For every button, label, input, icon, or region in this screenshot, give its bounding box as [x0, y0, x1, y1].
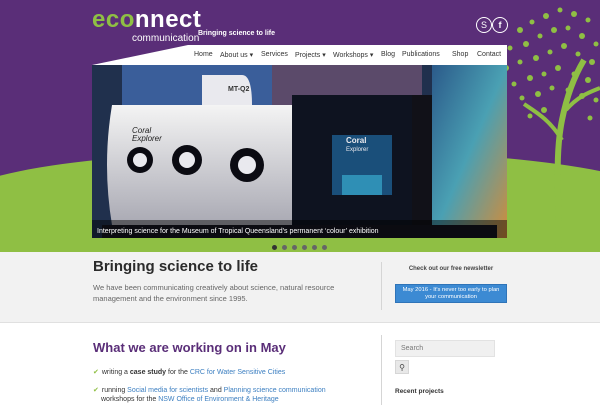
slide-dot-5[interactable]	[312, 245, 317, 250]
header-banner: econnect communication Bringing science …	[0, 0, 600, 252]
newsletter-button[interactable]: May 2016 - It's never too early to plan …	[395, 284, 507, 303]
sidebar-divider	[381, 335, 382, 405]
slide-dot-6[interactable]	[322, 245, 327, 250]
slide-image: Coral Explorer Coral Explorer MT-Q2	[92, 65, 507, 238]
nav-blog[interactable]: Blog	[381, 51, 395, 58]
skype-icon[interactable]: S	[476, 17, 492, 33]
nav-projects[interactable]: Projects ▾	[295, 51, 326, 59]
slide-caption: Interpreting science for the Museum of T…	[97, 228, 379, 235]
recent-projects-heading: Recent projects	[395, 388, 444, 395]
facebook-icon[interactable]: f	[492, 17, 508, 33]
social-media-link[interactable]: Social media for scientists	[127, 387, 208, 394]
logo[interactable]: econnect communication	[92, 6, 202, 45]
newsletter-label: Check out our free newsletter	[408, 266, 494, 272]
search-icon[interactable]: ⚲	[395, 360, 409, 374]
nav-about-us[interactable]: HomeAbout us ▾	[220, 51, 253, 59]
slide-dot-2[interactable]	[282, 245, 287, 250]
intro-section: Bringing science to life We have been co…	[0, 252, 600, 323]
hero-slideshow[interactable]: Coral Explorer Coral Explorer MT-Q2 Inte…	[92, 65, 507, 238]
nav-publications[interactable]: Publications	[402, 51, 440, 58]
tagline: Bringing science to life	[198, 30, 276, 37]
svg-text:MT-Q2: MT-Q2	[228, 86, 249, 93]
nav-services[interactable]: Services	[261, 51, 288, 58]
svg-text:Explorer: Explorer	[346, 147, 368, 153]
slide-dot-1[interactable]	[272, 245, 277, 250]
checkmark-icon: ✔	[93, 387, 99, 394]
section-heading: What we are working on in May	[93, 340, 286, 355]
nav-workshops[interactable]: Workshops ▾	[333, 51, 373, 59]
chevron-down-icon: ▾	[249, 52, 254, 59]
planning-link[interactable]: Planning science communication	[224, 387, 326, 394]
svg-text:Coral: Coral	[346, 136, 366, 145]
main-nav: Home HomeAbout us ▾ Services Projects ▾ …	[92, 45, 507, 65]
crc-link[interactable]: CRC for Water Sensitive Cities	[190, 369, 285, 376]
logo-subtitle: communication	[132, 33, 200, 44]
intro-text: We have been communicating creatively ab…	[93, 283, 335, 303]
slide-dot-3[interactable]	[292, 245, 297, 250]
svg-text:Explorer: Explorer	[132, 134, 162, 143]
chevron-down-icon: ▾	[322, 52, 326, 59]
slide-dot-4[interactable]	[302, 245, 307, 250]
intro-heading: Bringing science to life	[93, 258, 259, 275]
logo-wordmark: econnect	[92, 6, 202, 33]
search-input[interactable]: Search	[395, 340, 495, 357]
nav-home[interactable]: Home	[194, 51, 213, 58]
list-item: ✔ running Social media for scientists and…	[93, 387, 326, 394]
nav-contact[interactable]: Contact	[477, 51, 501, 58]
nav-shop[interactable]: Shop	[452, 51, 468, 58]
divider	[381, 262, 382, 310]
list-item: ✔ writing a case study for the CRC for Wa…	[93, 369, 286, 376]
nav-corner	[92, 45, 188, 65]
chevron-down-icon: ▾	[369, 52, 374, 59]
checkmark-icon: ✔	[93, 369, 99, 376]
